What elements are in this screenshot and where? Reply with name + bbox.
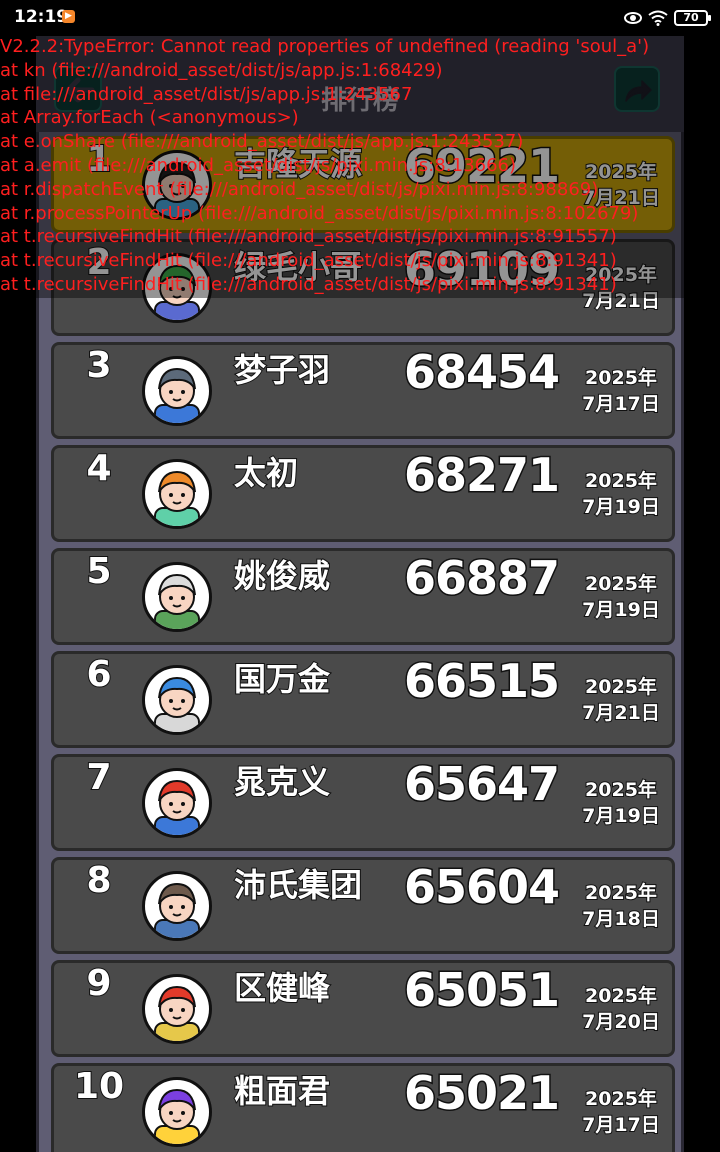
record-date-year: 2025年 xyxy=(584,1087,658,1111)
avatar-icon xyxy=(154,882,200,938)
leaderboard-row[interactable]: 3 梦子羽 68454 2025年 7月17日 xyxy=(51,342,675,439)
avatar-icon xyxy=(154,985,200,1041)
error-line: at Array.forEach (<anonymous>) xyxy=(0,107,299,129)
error-overlay: V2.2.2:TypeError: Cannot read properties… xyxy=(0,36,720,298)
player-avatar xyxy=(142,871,212,941)
player-name: 国万金 xyxy=(233,659,331,699)
error-line: at r.dispatchEvent (file:///android_asse… xyxy=(0,178,599,200)
player-name: 姚俊威 xyxy=(233,556,331,596)
record-date-day: 7月19日 xyxy=(581,804,661,828)
record-date-day: 7月20日 xyxy=(581,1010,661,1034)
avatar-icon xyxy=(154,779,200,835)
avatar-icon xyxy=(154,367,200,423)
error-line: at r.processPointerUp (file:///android_a… xyxy=(0,202,639,224)
rank-number: 5 xyxy=(85,550,112,593)
status-time: 12:19 xyxy=(14,7,69,27)
player-avatar xyxy=(142,356,212,426)
rank-number: 10 xyxy=(73,1065,125,1108)
player-score: 66515 xyxy=(403,653,562,710)
leaderboard-row[interactable]: 7 晁克义 65647 2025年 7月19日 xyxy=(51,754,675,851)
leaderboard-row[interactable]: 6 国万金 66515 2025年 7月21日 xyxy=(51,651,675,748)
player-score: 65647 xyxy=(403,756,562,813)
player-score: 65604 xyxy=(403,859,562,916)
error-line: at t.recursiveFindHit (file:///android_a… xyxy=(0,226,617,248)
record-date: 2025年 7月19日 xyxy=(574,571,668,623)
player-avatar xyxy=(142,459,212,529)
player-avatar xyxy=(142,1077,212,1147)
player-avatar xyxy=(142,974,212,1044)
error-line: at a.emit (file:///android_asset/dist/js… xyxy=(0,155,517,176)
record-date-year: 2025年 xyxy=(584,366,658,390)
leaderboard-row[interactable]: 10 粗面君 65021 2025年 7月17日 xyxy=(51,1063,675,1152)
app-notification-icon: ▶ xyxy=(62,10,75,23)
leaderboard-row[interactable]: 4 太初 68271 2025年 7月19日 xyxy=(51,445,675,542)
rank-number: 8 xyxy=(85,859,112,902)
record-date-day: 7月19日 xyxy=(581,495,661,519)
status-icons: 70 xyxy=(624,8,711,28)
leaderboard-row[interactable]: 5 姚俊威 66887 2025年 7月19日 xyxy=(51,548,675,645)
error-line: at e.onShare (file:///android_asset/dist… xyxy=(0,131,524,153)
leaderboard-row[interactable]: 8 沛氏集团 65604 2025年 7月18日 xyxy=(51,857,675,954)
avatar-icon xyxy=(154,573,200,629)
record-date: 2025年 7月18日 xyxy=(574,880,668,932)
error-line: V2.2.2:TypeError: Cannot read properties… xyxy=(0,36,650,57)
record-date-year: 2025年 xyxy=(584,984,658,1008)
record-date: 2025年 7月20日 xyxy=(574,983,668,1035)
record-date-day: 7月17日 xyxy=(581,392,661,416)
error-line: at kn (file:///android_asset/dist/js/app… xyxy=(0,59,443,81)
error-line: at t.recursiveFindHit (file:///android_a… xyxy=(0,274,617,295)
record-date: 2025年 7月21日 xyxy=(574,674,668,726)
rank-number: 6 xyxy=(85,653,112,696)
record-date-year: 2025年 xyxy=(584,778,658,802)
player-name: 沛氏集团 xyxy=(233,865,363,905)
record-date: 2025年 7月17日 xyxy=(574,365,668,417)
record-date-year: 2025年 xyxy=(584,675,658,699)
player-name: 粗面君 xyxy=(233,1071,331,1111)
wifi-icon xyxy=(648,10,668,26)
record-date-year: 2025年 xyxy=(584,469,658,493)
player-score: 68271 xyxy=(403,447,562,504)
avatar-icon xyxy=(154,470,200,526)
rank-number: 9 xyxy=(85,962,112,1005)
player-name: 梦子羽 xyxy=(233,350,331,390)
player-name: 区健峰 xyxy=(233,968,331,1008)
record-date: 2025年 7月19日 xyxy=(574,777,668,829)
record-date-day: 7月21日 xyxy=(581,701,661,725)
status-bar: 12:19 ▶ 70 xyxy=(0,0,720,36)
rank-number: 4 xyxy=(85,447,112,490)
player-name: 太初 xyxy=(233,453,299,493)
record-date-day: 7月19日 xyxy=(581,598,661,622)
leaderboard-row[interactable]: 9 区健峰 65051 2025年 7月20日 xyxy=(51,960,675,1057)
record-date: 2025年 7月17日 xyxy=(574,1086,668,1138)
rank-number: 3 xyxy=(85,344,112,387)
player-avatar xyxy=(142,562,212,632)
battery-icon: 70 xyxy=(674,10,711,26)
player-score: 65051 xyxy=(403,962,562,1019)
rank-number: 7 xyxy=(85,756,112,799)
record-date-year: 2025年 xyxy=(584,572,658,596)
eye-icon xyxy=(624,12,642,24)
error-line: at file:///android_asset/dist/js/app.js:… xyxy=(0,83,413,105)
record-date-year: 2025年 xyxy=(584,881,658,905)
player-score: 66887 xyxy=(403,550,562,607)
player-score: 68454 xyxy=(403,344,562,401)
player-avatar xyxy=(142,665,212,735)
record-date: 2025年 7月19日 xyxy=(574,468,668,520)
player-score: 65021 xyxy=(403,1065,562,1122)
record-date-day: 7月18日 xyxy=(581,907,661,931)
avatar-icon xyxy=(154,676,200,732)
avatar-icon xyxy=(154,1088,200,1144)
record-date-day: 7月17日 xyxy=(581,1113,661,1137)
player-avatar xyxy=(142,768,212,838)
player-name: 晁克义 xyxy=(233,762,331,802)
error-line: at t.recursiveFindHit (file:///android_a… xyxy=(0,250,617,272)
